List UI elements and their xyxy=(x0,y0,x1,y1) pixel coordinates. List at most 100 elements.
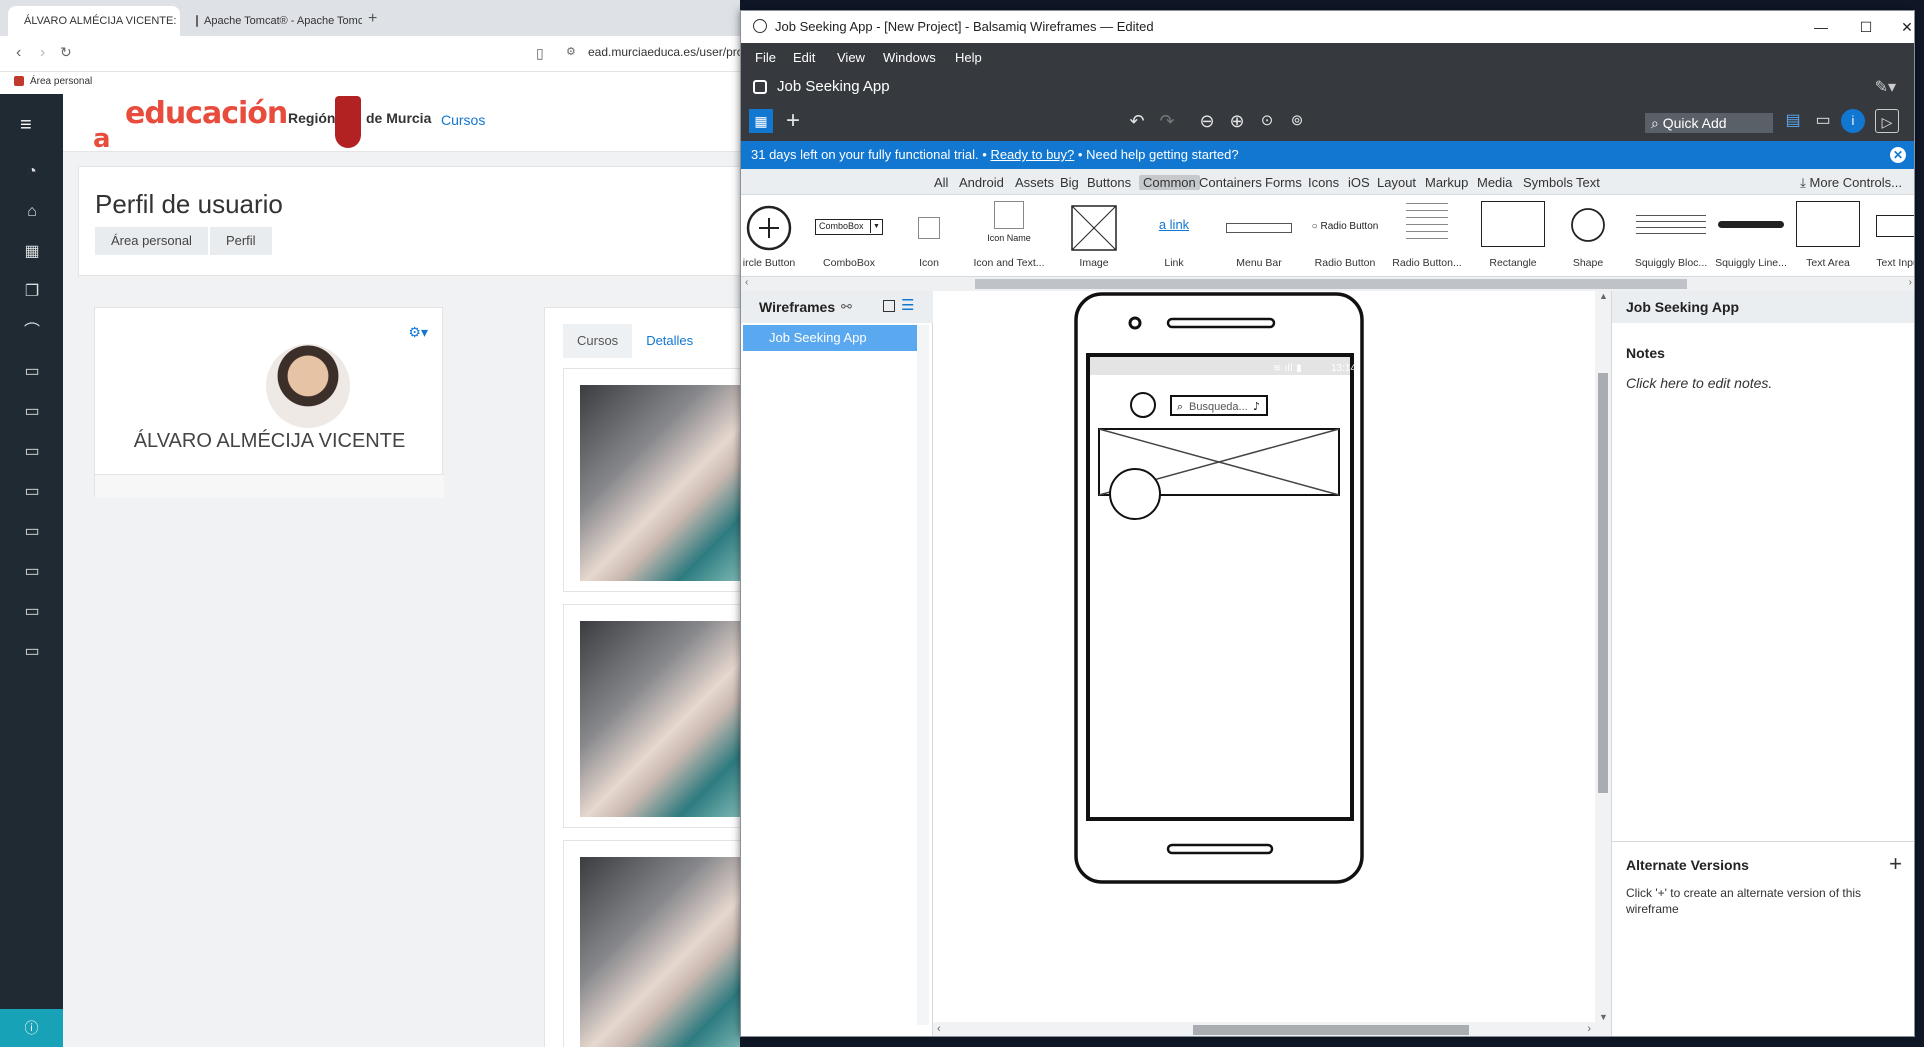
home-icon[interactable]: ⌂ xyxy=(20,200,44,224)
library-scroll-thumb[interactable] xyxy=(975,279,1687,289)
category-containers[interactable]: Containers xyxy=(1199,175,1262,190)
back-icon[interactable]: ‹ xyxy=(16,44,21,62)
graduation-cap-icon[interactable]: ⌒ xyxy=(20,320,44,344)
menu-view[interactable]: View xyxy=(837,50,865,65)
scroll-right-icon[interactable]: › xyxy=(1587,1023,1591,1035)
wireframe-tree-icon[interactable]: ⚯ xyxy=(841,299,852,315)
category-media[interactable]: Media xyxy=(1477,175,1512,190)
close-window-button[interactable]: ✕ xyxy=(1887,15,1914,39)
library-scrollbar[interactable]: ‹ › xyxy=(741,277,1914,291)
wireframes-scrollbar[interactable] xyxy=(917,325,929,1025)
canvas-v-scroll-thumb[interactable] xyxy=(1598,373,1608,793)
notes-field[interactable]: Click here to edit notes. xyxy=(1626,375,1772,391)
zoom-in-icon[interactable]: ⊕ xyxy=(1225,109,1249,133)
reload-icon[interactable]: ↻ xyxy=(60,44,72,61)
course-card[interactable] xyxy=(563,604,740,828)
navigator-icon[interactable]: ▦ xyxy=(749,109,773,133)
control-icon-and-text[interactable]: Icon Name Icon and Text... xyxy=(969,195,1049,276)
wireframe-item-job-seeking-app[interactable]: Job Seeking App xyxy=(743,325,917,351)
tab-detalles[interactable]: Detalles xyxy=(632,324,707,358)
phone-wireframe[interactable]: 13:14 ≋ ıll ▮ ⌕ Busqueda... ♪ xyxy=(933,291,1595,1022)
browser-tab-tomcat[interactable]: Apache Tomcat® - Apache Tomcat xyxy=(186,6,362,36)
help-button[interactable]: ⓘ xyxy=(0,1009,63,1047)
wireframe-canvas[interactable]: 13:14 ≋ ıll ▮ ⌕ Busqueda... ♪ ‹ › xyxy=(933,291,1595,1036)
maximize-button[interactable]: ☐ xyxy=(1846,15,1886,39)
cursos-link[interactable]: Cursos xyxy=(441,112,485,128)
category-ios[interactable]: iOS xyxy=(1348,175,1370,190)
pencil-icon[interactable]: ✎▾ xyxy=(1875,77,1896,97)
gear-icon[interactable]: ⚙▾ xyxy=(408,324,428,341)
url-text[interactable]: ead.murciaeduca.es/user/profile xyxy=(588,45,740,59)
breadcrumb-perfil[interactable]: Perfil xyxy=(209,227,272,255)
zoom-fit-icon[interactable]: ⊚ xyxy=(1285,109,1309,133)
category-forms[interactable]: Forms xyxy=(1265,175,1302,190)
folder-icon[interactable]: ▭ xyxy=(20,360,44,384)
control-text-input[interactable]: Text Input xyxy=(1869,195,1914,276)
undo-icon[interactable]: ↶ xyxy=(1125,109,1149,133)
course-card[interactable] xyxy=(563,368,740,592)
menu-edit[interactable]: Edit xyxy=(793,50,815,65)
new-tab-button[interactable]: + xyxy=(368,10,377,28)
scroll-right-icon[interactable]: › xyxy=(1909,277,1912,288)
canvas-horizontal-scrollbar[interactable]: ‹ › xyxy=(933,1022,1595,1036)
add-wireframe-icon[interactable]: + xyxy=(781,109,805,133)
canvas-h-scroll-thumb[interactable] xyxy=(1193,1025,1469,1035)
forward-icon[interactable]: › xyxy=(40,44,45,62)
category-icons[interactable]: Icons xyxy=(1308,175,1339,190)
presentation-icon[interactable]: ▷ xyxy=(1875,109,1899,133)
ready-to-buy-link[interactable]: Ready to buy? xyxy=(990,147,1074,162)
menu-windows[interactable]: Windows xyxy=(883,50,936,65)
files-icon[interactable]: ❐ xyxy=(20,280,44,304)
minimize-button[interactable]: — xyxy=(1801,15,1841,39)
category-buttons[interactable]: Buttons xyxy=(1087,175,1131,190)
add-alternate-version-button[interactable]: + xyxy=(1889,851,1902,877)
help-getting-started-link[interactable]: Need help getting started? xyxy=(1086,147,1239,162)
quick-add-input[interactable]: ⌕ Quick Add xyxy=(1645,113,1773,133)
browser-tab-profile[interactable]: ÁLVARO ALMÉCIJA VICENTE: P ✕ xyxy=(8,6,180,36)
zoom-out-icon[interactable]: ⊖ xyxy=(1195,109,1219,133)
category-assets[interactable]: Assets xyxy=(1015,175,1054,190)
scroll-down-icon[interactable]: ▼ xyxy=(1599,1012,1608,1022)
project-name[interactable]: Job Seeking App xyxy=(777,78,890,95)
canvas-vertical-scrollbar[interactable]: ▲ ▼ xyxy=(1595,291,1611,1036)
zoom-actual-icon[interactable]: ⊙ xyxy=(1255,109,1279,133)
calendar-icon[interactable]: ▦ xyxy=(20,240,44,264)
course-card[interactable] xyxy=(563,840,740,1047)
properties-icon[interactable]: ▤ xyxy=(1781,109,1805,133)
folder-icon[interactable]: ▭ xyxy=(20,400,44,424)
bookmark-area-personal[interactable]: Área personal xyxy=(30,76,92,87)
comments-icon[interactable]: ▭ xyxy=(1811,109,1835,133)
category-symbols[interactable]: Symbols xyxy=(1523,175,1573,190)
folder-icon[interactable]: ▭ xyxy=(20,480,44,504)
folder-icon[interactable]: ▭ xyxy=(20,520,44,544)
scroll-up-icon[interactable]: ▲ xyxy=(1599,291,1608,301)
menu-icon[interactable]: ≡ xyxy=(20,114,32,137)
thumbnail-view-icon[interactable] xyxy=(883,300,895,312)
menu-file[interactable]: File xyxy=(755,50,776,65)
more-controls-button[interactable]: ⤓ More Controls... xyxy=(1800,175,1902,191)
close-banner-icon[interactable]: ✕ xyxy=(1890,147,1906,163)
folder-icon[interactable]: ▭ xyxy=(20,440,44,464)
menu-help[interactable]: Help xyxy=(955,50,982,65)
control-combobox[interactable]: ComboBox ▼ ComboBox xyxy=(809,195,889,276)
scroll-left-icon[interactable]: ‹ xyxy=(745,277,748,288)
redo-icon[interactable]: ↷ xyxy=(1155,109,1179,133)
folder-icon[interactable]: ▭ xyxy=(20,640,44,664)
category-android[interactable]: Android xyxy=(959,175,1004,190)
site-info-icon[interactable]: ⚙ xyxy=(566,45,576,58)
folder-icon[interactable]: ▭ xyxy=(20,600,44,624)
scroll-left-icon[interactable]: ‹ xyxy=(937,1023,941,1035)
category-big[interactable]: Big xyxy=(1060,175,1079,190)
list-view-icon[interactable]: ☰ xyxy=(901,296,914,314)
category-text[interactable]: Text xyxy=(1576,175,1600,190)
category-common[interactable]: Common xyxy=(1139,175,1200,190)
breadcrumb-area-personal[interactable]: Área personal xyxy=(95,227,208,255)
category-markup[interactable]: Markup xyxy=(1425,175,1468,190)
folder-icon[interactable]: ▭ xyxy=(20,560,44,584)
dashboard-icon[interactable]: ◔ xyxy=(20,160,44,184)
bookmark-icon[interactable]: ▯ xyxy=(536,45,544,62)
info-icon[interactable]: i xyxy=(1841,109,1865,133)
tab-cursos[interactable]: Cursos xyxy=(563,324,633,358)
category-all[interactable]: All xyxy=(934,175,948,190)
category-layout[interactable]: Layout xyxy=(1377,175,1416,190)
